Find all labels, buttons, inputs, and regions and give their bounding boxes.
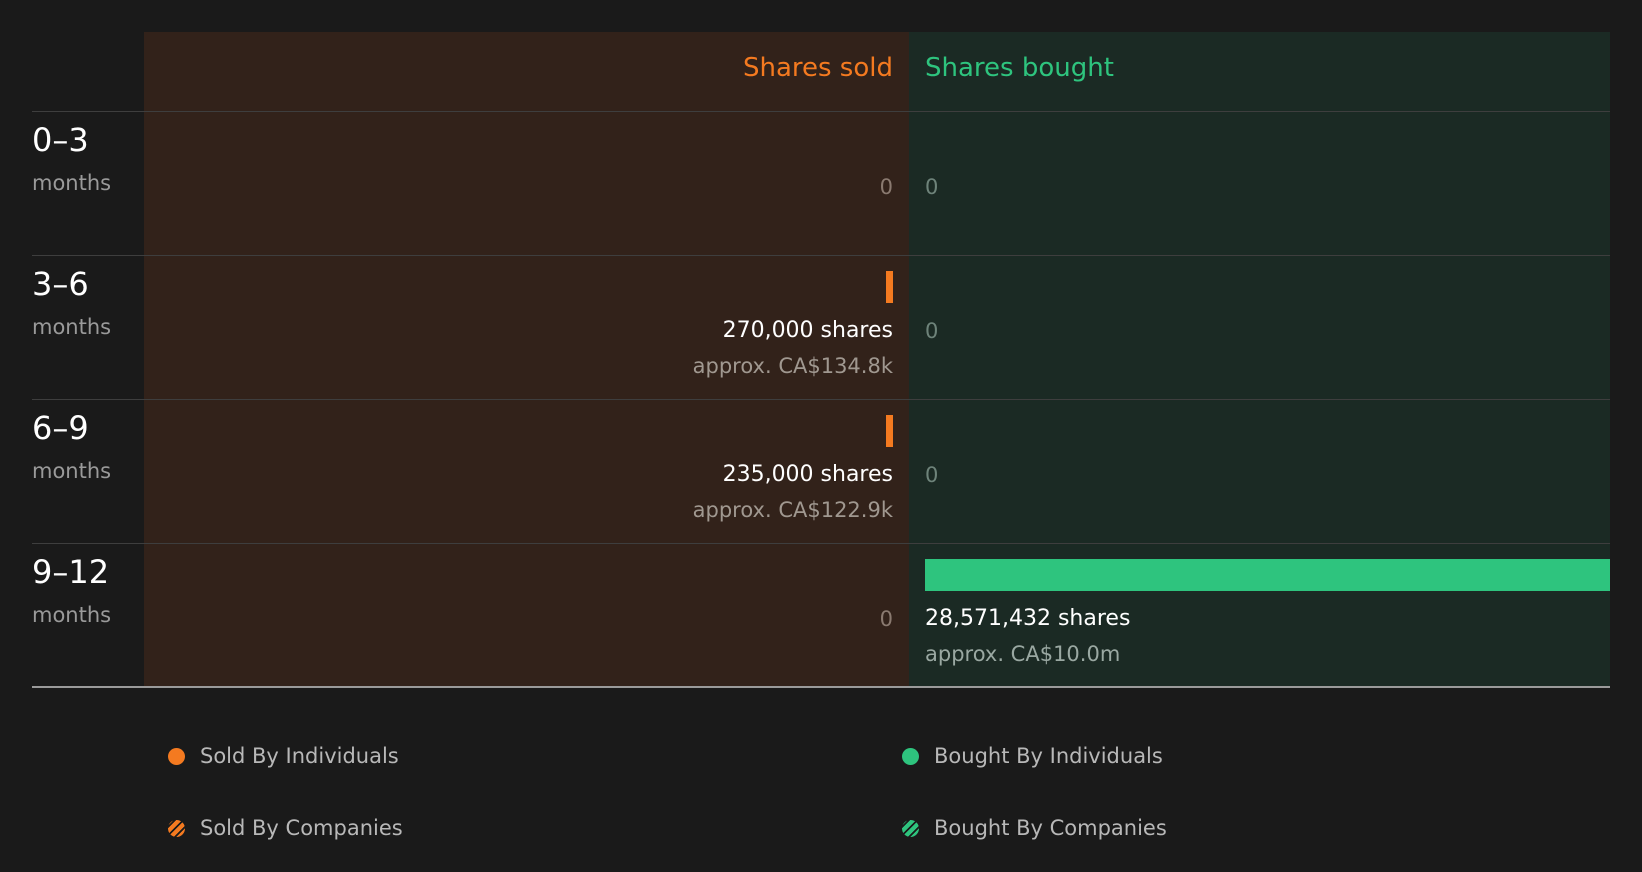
sold-bar xyxy=(886,415,893,447)
row-unit-label: months xyxy=(32,459,112,483)
row-unit-label: months xyxy=(32,171,112,195)
row-range-label: 3–6 xyxy=(32,265,89,303)
chart-row: 0–3 months 0 0 xyxy=(0,111,1642,255)
hatched-dot-icon xyxy=(902,819,919,837)
chart-row: 3–6 months 270,000 shares approx. CA$134.8k… xyxy=(0,255,1642,399)
solid-dot-icon xyxy=(902,747,919,765)
sold-value-label: approx. CA$134.8k xyxy=(692,354,893,378)
bought-zero-label: 0 xyxy=(925,175,939,199)
row-range-label: 9–12 xyxy=(32,553,110,591)
shares-bought-header: Shares bought xyxy=(925,53,1114,83)
bought-bar xyxy=(925,559,1610,591)
sold-zero-label: 0 xyxy=(879,607,893,631)
sold-zero-label: 0 xyxy=(879,175,893,199)
bought-value-label: approx. CA$10.0m xyxy=(925,642,1121,666)
sold-shares-label: 270,000 shares xyxy=(722,318,893,343)
legend-item-bought-companies: Bought By Companies xyxy=(902,813,1167,843)
sold-bar xyxy=(886,271,893,303)
row-range-label: 6–9 xyxy=(32,409,89,447)
legend-item-bought-individuals: Bought By Individuals xyxy=(902,741,1163,771)
legend-item-sold-individuals: Sold By Individuals xyxy=(168,741,399,771)
shares-sold-header: Shares sold xyxy=(742,53,893,83)
sold-shares-label: 235,000 shares xyxy=(722,462,893,487)
bought-shares-label: 28,571,432 shares xyxy=(925,606,1131,631)
legend-label: Bought By Individuals xyxy=(934,744,1163,768)
legend-label: Sold By Individuals xyxy=(200,744,399,768)
chart-row: 6–9 months 235,000 shares approx. CA$122.9k… xyxy=(0,399,1642,543)
bought-zero-label: 0 xyxy=(925,319,939,343)
row-unit-label: months xyxy=(32,603,112,627)
chart-row: 9–12 months 0 28,571,432 shares approx. CA$1… xyxy=(0,543,1642,687)
legend-label: Sold By Companies xyxy=(200,816,403,840)
hatched-dot-icon xyxy=(168,819,185,837)
bought-zero-label: 0 xyxy=(925,463,939,487)
legend-label: Bought By Companies xyxy=(934,816,1167,840)
solid-dot-icon xyxy=(168,747,185,765)
sold-value-label: approx. CA$122.9k xyxy=(692,498,893,522)
row-range-label: 0–3 xyxy=(32,121,89,159)
row-unit-label: months xyxy=(32,315,112,339)
legend-item-sold-companies: Sold By Companies xyxy=(168,813,403,843)
